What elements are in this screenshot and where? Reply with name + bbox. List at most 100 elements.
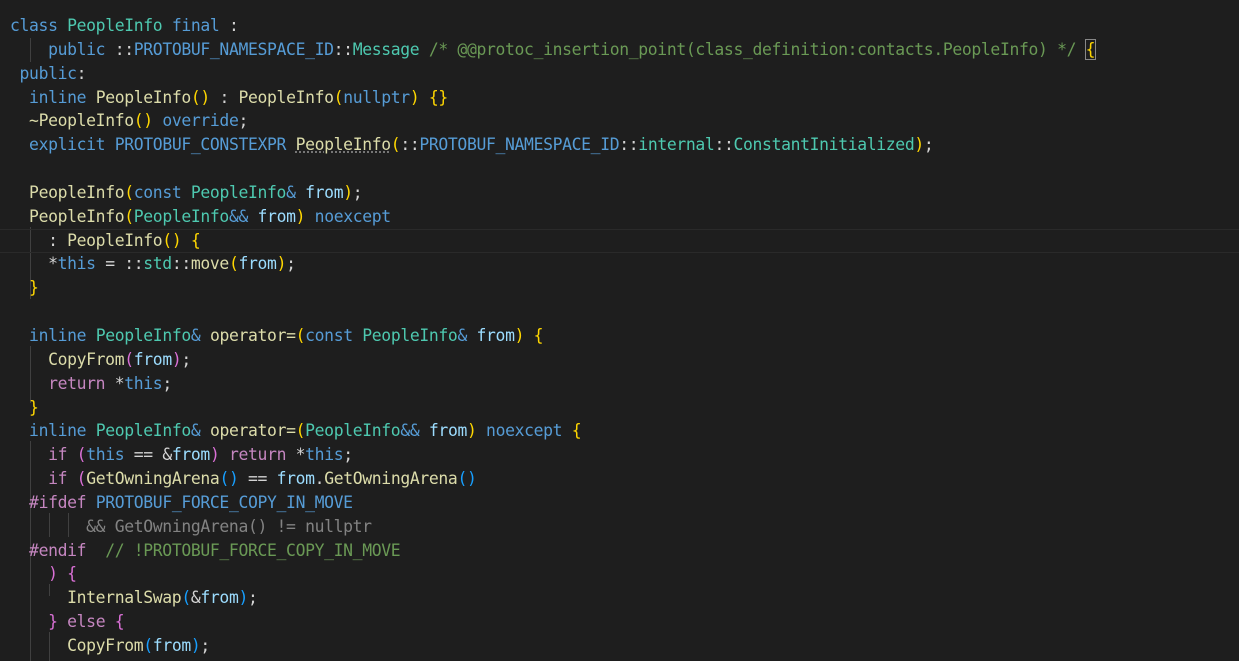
code-line[interactable]: if (GetOwningArena() == from.GetOwningAr… xyxy=(10,467,1095,491)
code-token: CopyFrom xyxy=(48,349,125,369)
code-token: ; xyxy=(286,254,296,274)
code-token: : xyxy=(209,87,239,107)
code-token: ( xyxy=(295,421,306,441)
code-token: ( xyxy=(181,588,191,608)
code-token: GetOwningArena xyxy=(86,469,220,489)
code-token: ( xyxy=(390,135,401,155)
code-line[interactable]: CopyFrom(from); xyxy=(10,348,1095,372)
code-token: operator= xyxy=(209,325,296,345)
code-token: { xyxy=(1084,38,1097,60)
code-token: noexcept xyxy=(486,421,563,441)
code-line[interactable]: if (this == &from) return *this; xyxy=(10,443,1095,467)
code-token: Message xyxy=(352,39,420,59)
code-lines[interactable]: class PeopleInfo final : public ::PROTOB… xyxy=(0,14,1239,661)
code-line[interactable]: inline PeopleInfo& operator=(PeopleInfo&… xyxy=(10,419,1095,443)
code-token: && xyxy=(228,206,248,226)
code-line[interactable]: && GetOwningArena() != nullptr xyxy=(10,515,1095,539)
code-token: ; xyxy=(200,635,210,655)
code-line[interactable]: CopyFrom(from); xyxy=(10,634,1095,658)
code-token: && GetOwningArena() != nullptr xyxy=(86,516,372,536)
code-line[interactable]: ) { xyxy=(10,562,1095,586)
code-token: ( xyxy=(333,87,344,107)
code-token: PeopleInfo xyxy=(95,421,192,441)
code-line[interactable]: class PeopleInfo final : xyxy=(10,14,1095,38)
code-token: { xyxy=(114,612,125,632)
code-token: :: xyxy=(171,254,191,274)
code-token: } xyxy=(29,278,39,298)
code-line[interactable]: ~PeopleInfo() override; xyxy=(10,109,1095,133)
code-line[interactable]: public: xyxy=(10,62,1095,86)
code-token: () xyxy=(133,111,153,131)
code-line[interactable]: #endif // !PROTOBUF_FORCE_COPY_IN_MOVE xyxy=(10,539,1095,563)
code-line[interactable]: #ifdef PROTOBUF_FORCE_COPY_IN_MOVE xyxy=(10,491,1095,515)
code-token: this xyxy=(124,373,163,393)
code-editor[interactable]: class PeopleInfo final : public ::PROTOB… xyxy=(0,0,1239,661)
code-token: ( xyxy=(124,182,134,202)
code-line[interactable]: inline PeopleInfo& operator=(const Peopl… xyxy=(10,324,1095,348)
code-token: & xyxy=(286,182,296,202)
code-token: CopyFrom xyxy=(67,635,144,655)
code-line[interactable] xyxy=(10,157,1095,181)
code-line[interactable]: return *this; xyxy=(10,372,1095,396)
code-token: PROTOBUF_FORCE_COPY_IN_MOVE xyxy=(95,492,353,512)
code-token: PROTOBUF_NAMESPACE_ID xyxy=(133,39,334,59)
code-token: :: xyxy=(333,39,353,59)
code-token: ( xyxy=(143,635,153,655)
code-token: == xyxy=(238,469,277,489)
code-token: } xyxy=(48,612,58,632)
code-token: public xyxy=(48,39,106,59)
code-token: from xyxy=(276,469,315,489)
code-line[interactable]: *this = ::std::move(from); xyxy=(10,252,1095,276)
code-token: () xyxy=(162,230,182,250)
code-line[interactable]: inline PeopleInfo() : PeopleInfo(nullptr… xyxy=(10,86,1095,110)
code-token: else xyxy=(67,612,106,632)
code-line[interactable]: } else { xyxy=(10,610,1095,634)
code-line[interactable]: explicit PROTOBUF_CONSTEXPR PeopleInfo(:… xyxy=(10,133,1095,157)
code-token: () xyxy=(190,87,210,107)
code-line[interactable]: } xyxy=(10,276,1095,300)
code-line[interactable]: } xyxy=(10,396,1095,420)
code-token: ) xyxy=(466,421,477,441)
code-token: : xyxy=(10,230,68,250)
code-token: nullptr xyxy=(343,87,410,107)
code-token: PeopleInfo xyxy=(29,206,125,226)
code-token: PeopleInfo xyxy=(29,182,125,202)
code-token: PeopleInfo xyxy=(95,325,192,345)
code-line[interactable]: : PeopleInfo() { xyxy=(0,228,1239,253)
code-token: :: xyxy=(114,39,134,59)
code-line[interactable]: PeopleInfo(PeopleInfo&& from) noexcept xyxy=(10,205,1095,229)
code-token: from xyxy=(238,254,277,274)
code-line[interactable]: public ::PROTOBUF_NAMESPACE_ID::Message … xyxy=(10,38,1097,62)
code-line[interactable]: InternalSwap(&from); xyxy=(10,586,1095,610)
code-token: ) xyxy=(190,635,201,655)
code-token: this xyxy=(305,445,344,465)
code-token: final xyxy=(171,16,220,35)
code-token: PeopleInfo xyxy=(95,87,192,107)
code-token: ) xyxy=(295,206,306,226)
code-line[interactable]: PeopleInfo(const PeopleInfo& from); xyxy=(10,181,1095,205)
code-token: PROTOBUF_NAMESPACE_ID xyxy=(419,135,620,155)
code-token: internal xyxy=(638,135,715,155)
code-line[interactable] xyxy=(10,300,1095,324)
code-token: class xyxy=(10,16,58,35)
code-token: ( xyxy=(124,349,134,369)
code-token: PeopleInfo xyxy=(295,135,392,155)
code-token: : xyxy=(219,16,239,35)
code-token: /* @@protoc_insertion_point(class_defini… xyxy=(428,39,1077,59)
